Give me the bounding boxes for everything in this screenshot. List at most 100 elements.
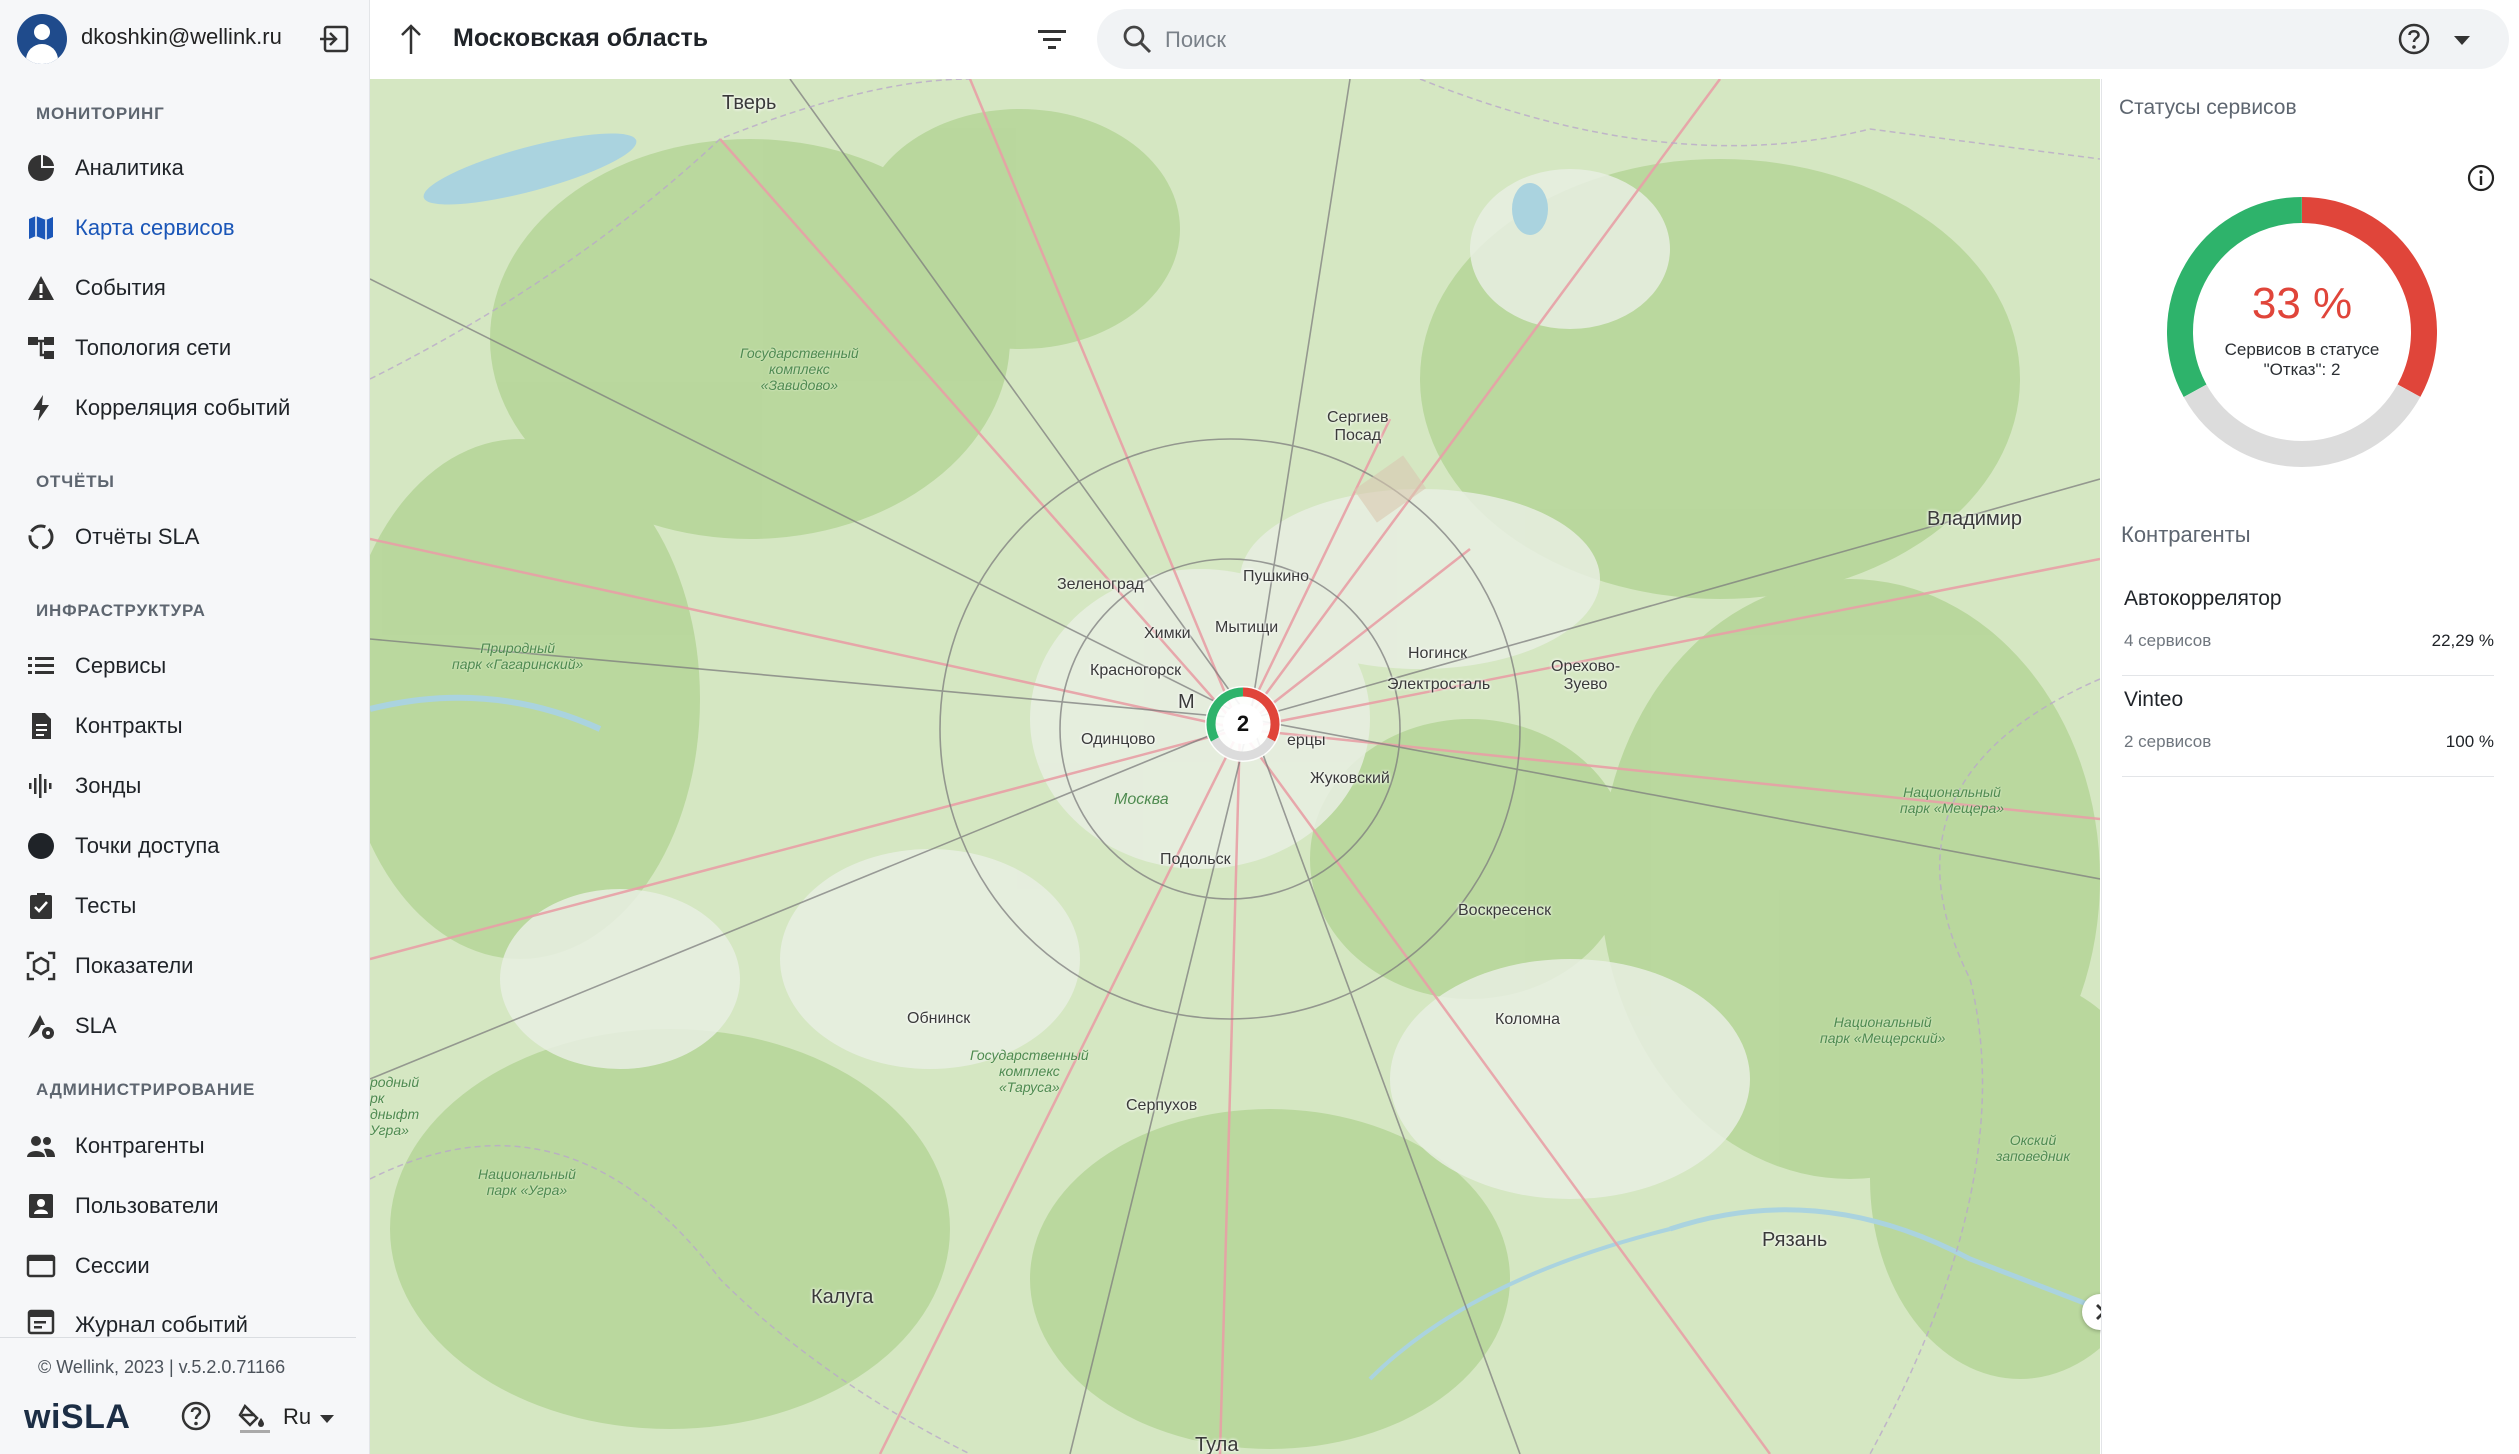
sla-icon — [24, 1009, 58, 1043]
counterparty-item[interactable]: Vinteo 2 сервисов 100 % — [2122, 676, 2494, 777]
language-select[interactable]: Ru — [283, 1404, 311, 1430]
park-label: Природный парк «Гагаринский» — [452, 640, 584, 672]
help-icon[interactable] — [180, 1400, 212, 1432]
park-label: Национальный парк «Мещера» — [1900, 784, 2005, 816]
nav-event-log[interactable]: Журнал событий — [0, 1298, 369, 1338]
nav-label: Тесты — [75, 893, 137, 918]
donut-caption: Сервисов в статусе "Отказ": 2 — [2224, 340, 2380, 379]
nav-label: Точки доступа — [75, 833, 220, 858]
nav-label: Контракты — [75, 713, 183, 738]
counterparty-percent: 100 % — [2445, 732, 2494, 751]
window-icon — [24, 1249, 58, 1283]
counterparty-count: 4 сервисов — [2124, 631, 2212, 650]
top-bar: Московская область — [370, 0, 2519, 78]
nav-contracts[interactable]: Контракты — [0, 698, 369, 754]
nav-indicators[interactable]: Показатели — [0, 938, 369, 994]
nav-analytics[interactable]: Аналитика — [0, 140, 369, 196]
nav-sessions[interactable]: Сессии — [0, 1238, 369, 1294]
nav-label: События — [75, 275, 166, 300]
nav-services[interactable]: Сервисы — [0, 638, 369, 694]
nav-sla[interactable]: SLA — [0, 998, 369, 1054]
city-label: Тверь — [722, 92, 777, 114]
arrow-up-icon[interactable] — [394, 20, 428, 58]
nav-tests[interactable]: Тесты — [0, 878, 369, 934]
city-label: Красногорск — [1090, 662, 1182, 679]
user-card-icon — [24, 1189, 58, 1223]
section-reports: ОТЧЁТЫ — [36, 472, 115, 491]
status-panel: Статусы сервисов 33 % Сервисов в статусе… — [2101, 79, 2519, 1454]
nav-label: Отчёты SLA — [75, 524, 200, 549]
nav-users[interactable]: Пользователи — [0, 1178, 369, 1234]
circle-icon — [24, 829, 58, 863]
user-email: dkoshkin@wellink.ru — [81, 24, 282, 49]
nav-label: SLA — [75, 1013, 117, 1038]
city-label: Сергиев Посад — [1327, 409, 1389, 444]
park-label: Государственный комплекс «Завидово» — [740, 345, 859, 393]
search-box — [1097, 9, 2509, 69]
people-icon — [24, 1129, 58, 1163]
counterparty-item[interactable]: Автокоррелятор 4 сервисов 22,29 % — [2122, 575, 2494, 676]
city-label: Рязань — [1762, 1229, 1828, 1251]
city-label: Пушкино — [1243, 568, 1310, 585]
city-label: Электросталь — [1387, 676, 1491, 693]
park-label: Национальный парк «Угра» — [478, 1166, 576, 1198]
sidebar: dkoshkin@wellink.ru МОНИТОРИНГ Аналитика… — [0, 0, 370, 1454]
nav-label: Сервисы — [75, 653, 167, 678]
user-row: dkoshkin@wellink.ru — [0, 0, 369, 78]
paint-bucket-icon[interactable] — [237, 1400, 271, 1434]
nav-sla-reports[interactable]: Отчёты SLA — [0, 509, 369, 565]
nav-label: Журнал событий — [75, 1312, 248, 1337]
lightning-icon — [24, 391, 58, 425]
service-cluster-marker[interactable]: 2 — [1199, 680, 1287, 768]
calendar-icon — [24, 1304, 58, 1338]
nav-label: Карта сервисов — [75, 215, 235, 240]
section-administration: АДМИНИСТРИРОВАНИЕ — [36, 1080, 256, 1099]
nav-counterparties[interactable]: Контрагенты — [0, 1118, 369, 1174]
chevron-down-icon[interactable] — [320, 1415, 334, 1423]
page-title: Московская область — [453, 24, 709, 52]
city-label: Орехово- Зуево — [1551, 658, 1621, 693]
nav-service-map[interactable]: Карта сервисов — [0, 200, 369, 256]
city-label: Мытищи — [1215, 619, 1279, 636]
city-label: Серпухов — [1126, 1097, 1198, 1114]
city-label: М — [1178, 691, 1195, 713]
map[interactable]: Тверь Сергиев Посад Владимир Зеленоград … — [370, 79, 2100, 1454]
logout-icon[interactable] — [318, 24, 352, 54]
nav-label: Показатели — [75, 953, 194, 978]
sidebar-divider — [0, 1337, 356, 1338]
info-icon[interactable] — [2466, 163, 2496, 193]
sync-icon — [24, 520, 58, 554]
indicator-icon — [24, 949, 58, 983]
nav-correlation[interactable]: Корреляция событий — [0, 380, 369, 436]
help-icon[interactable] — [2397, 22, 2431, 56]
topology-icon — [24, 331, 58, 365]
avatar[interactable] — [17, 14, 67, 64]
city-label: Подольск — [1160, 851, 1231, 868]
city-label: ерцы — [1287, 732, 1326, 749]
nav-events[interactable]: События — [0, 260, 369, 316]
nav-label: Сессии — [75, 1253, 150, 1278]
city-label: Химки — [1144, 625, 1191, 642]
donut-segment-unknown — [2183, 384, 2421, 467]
search-icon — [1123, 25, 1152, 54]
section-infrastructure: ИНФРАСТРУКТУРА — [36, 601, 206, 620]
panel-title: Статусы сервисов — [2119, 96, 2297, 119]
nav-topology[interactable]: Топология сети — [0, 320, 369, 376]
counterparty-percent: 22,29 % — [2431, 631, 2494, 650]
search-input[interactable] — [1163, 19, 2267, 61]
pie-chart-icon — [24, 151, 58, 185]
park-label: Национальный парк «Мещерский» — [1820, 1014, 1946, 1046]
list-icon — [24, 649, 58, 683]
filter-icon[interactable] — [1035, 22, 1069, 56]
nav-label: Топология сети — [75, 335, 232, 360]
city-label: Москва — [1114, 791, 1169, 808]
nav-probes[interactable]: Зонды — [0, 758, 369, 814]
counterparties-title: Контрагенты — [2121, 522, 2251, 547]
city-label: Калуга — [811, 1286, 874, 1308]
section-monitoring: МОНИТОРИНГ — [36, 104, 165, 123]
nav-label: Зонды — [75, 773, 142, 798]
copyright: © Wellink, 2023 | v.5.2.0.71166 — [38, 1357, 286, 1377]
nav-access-points[interactable]: Точки доступа — [0, 818, 369, 874]
city-label: Ногинск — [1408, 645, 1468, 662]
chevron-down-icon[interactable] — [2454, 36, 2470, 45]
